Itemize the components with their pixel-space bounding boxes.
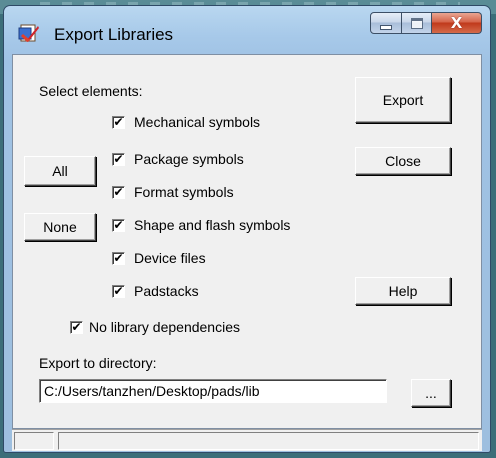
help-button-label: Help (388, 283, 418, 299)
select-none-button[interactable]: None (24, 213, 96, 241)
window-controls: X (370, 12, 482, 36)
check-icon: ✔ (113, 251, 124, 265)
checkbox-label: Mechanical symbols (134, 114, 261, 130)
checkbox-device-files[interactable]: ✔ Device files (112, 250, 206, 266)
title-bar[interactable]: Export Libraries X (4, 6, 490, 54)
checkbox-mechanical-symbols[interactable]: ✔ Mechanical symbols (112, 114, 260, 130)
status-bar (12, 429, 482, 451)
checkbox-box[interactable]: ✔ (112, 284, 125, 298)
close-button[interactable]: Close (355, 147, 451, 175)
checkbox-box[interactable]: ✔ (112, 152, 125, 166)
checkbox-box[interactable]: ✔ (70, 320, 83, 334)
browse-button-label: ... (425, 385, 437, 401)
minimize-icon (380, 24, 392, 30)
export-directory-input[interactable]: C:/Users/tanzhen/Desktop/pads/lib (39, 379, 387, 403)
checkbox-label: Package symbols (134, 151, 244, 167)
checkbox-format-symbols[interactable]: ✔ Format symbols (112, 184, 234, 200)
check-icon: ✔ (113, 115, 124, 129)
status-pane-left (14, 432, 54, 450)
checkbox-package-symbols[interactable]: ✔ Package symbols (112, 151, 244, 167)
select-all-label: All (52, 163, 68, 179)
directory-value: C:/Users/tanzhen/Desktop/pads/lib (44, 383, 260, 399)
checkbox-label: No library dependencies (89, 319, 240, 335)
checkbox-label: Format symbols (134, 184, 234, 200)
checkbox-label: Device files (134, 250, 206, 266)
check-icon: ✔ (113, 152, 124, 166)
close-button-label: Close (385, 153, 421, 169)
check-icon: ✔ (71, 320, 82, 334)
checkbox-box[interactable]: ✔ (112, 251, 125, 265)
checkbox-no-library-dependencies[interactable]: ✔ No library dependencies (70, 319, 240, 335)
checkbox-label: Shape and flash symbols (134, 217, 291, 233)
browse-button[interactable]: ... (411, 379, 451, 407)
export-button-label: Export (382, 92, 424, 108)
check-icon: ✔ (113, 185, 124, 199)
maximize-button[interactable] (402, 12, 432, 34)
checkbox-box[interactable]: ✔ (112, 218, 125, 232)
checkbox-padstacks[interactable]: ✔ Padstacks (112, 283, 199, 299)
select-elements-label: Select elements: (39, 83, 143, 99)
window-title: Export Libraries (54, 25, 174, 44)
select-none-label: None (43, 219, 77, 235)
select-all-button[interactable]: All (24, 156, 96, 186)
export-libraries-window: Export Libraries X Select elements: Expo… (3, 5, 491, 453)
export-directory-label: Export to directory: (39, 355, 157, 371)
check-icon: ✔ (113, 218, 124, 232)
export-button[interactable]: Export (355, 77, 451, 123)
check-icon: ✔ (113, 284, 124, 298)
checkbox-shape-flash-symbols[interactable]: ✔ Shape and flash symbols (112, 217, 290, 233)
status-pane-main (58, 432, 479, 450)
checkbox-box[interactable]: ✔ (112, 185, 125, 199)
minimize-button[interactable] (370, 12, 402, 34)
checkbox-label: Padstacks (134, 283, 199, 299)
app-icon (18, 24, 39, 42)
checkbox-box[interactable]: ✔ (112, 115, 125, 129)
close-window-button[interactable]: X (432, 12, 482, 34)
dialog-client-area: Select elements: Export Close Help All N… (12, 54, 482, 429)
close-icon: X (450, 14, 463, 32)
help-button[interactable]: Help (355, 277, 451, 305)
maximize-icon (410, 17, 423, 29)
